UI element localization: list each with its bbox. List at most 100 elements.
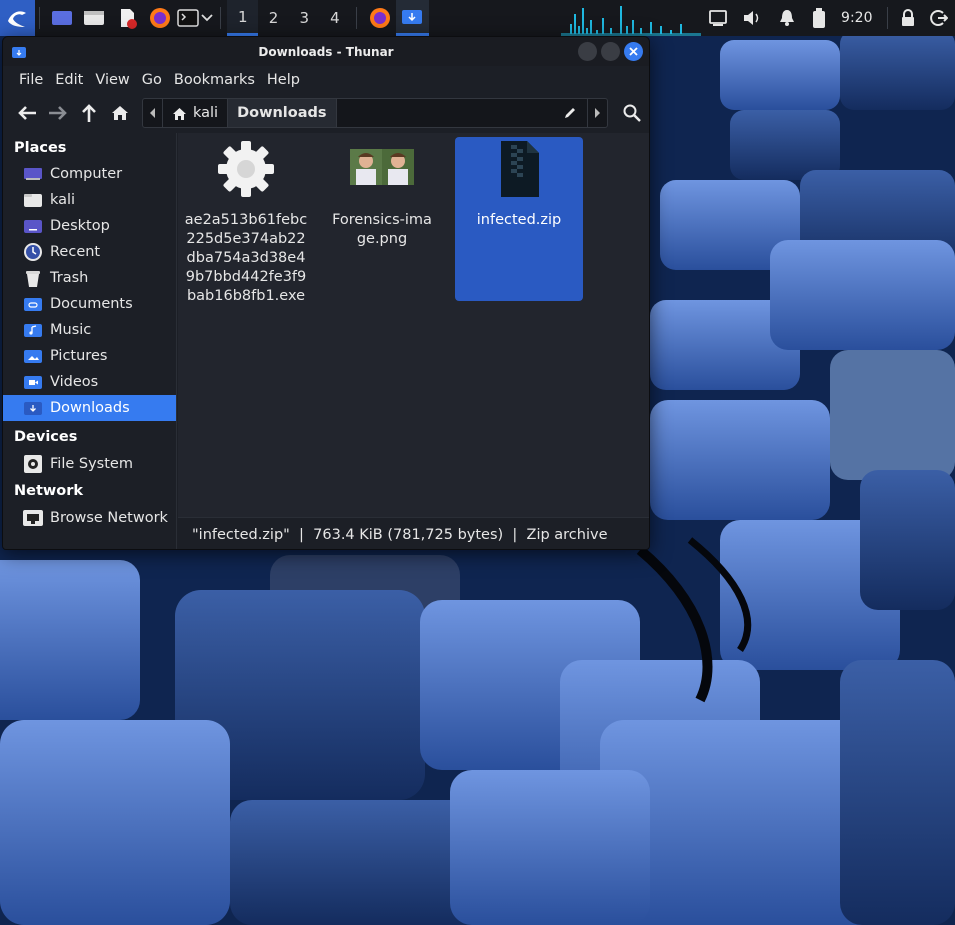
sidebar-item-downloads[interactable]: Downloads bbox=[3, 395, 176, 421]
sidebar-section-devices: Devices bbox=[14, 429, 78, 445]
sidebar-item-label: Music bbox=[50, 322, 92, 338]
workspace-4[interactable]: 4 bbox=[320, 0, 351, 36]
lock-icon[interactable] bbox=[893, 0, 922, 36]
videos-folder-icon bbox=[22, 372, 44, 392]
volume-icon[interactable] bbox=[735, 0, 770, 36]
menu-bookmarks[interactable]: Bookmarks bbox=[168, 72, 261, 88]
clock[interactable]: 9:20 bbox=[833, 10, 880, 26]
arrow-up-icon bbox=[81, 104, 96, 122]
pictures-folder-icon bbox=[22, 346, 44, 366]
forward-button[interactable] bbox=[42, 98, 73, 128]
close-icon bbox=[629, 47, 638, 56]
kali-menu-icon[interactable] bbox=[0, 0, 35, 36]
pathbar-current-label: Downloads bbox=[237, 105, 327, 121]
sidebar: Places Computer kali Desktop Recent Tras… bbox=[3, 133, 177, 549]
battery-icon[interactable] bbox=[804, 0, 833, 36]
workspace-1[interactable]: 1 bbox=[227, 0, 259, 36]
file-item-selected[interactable]: infected.zip bbox=[455, 137, 583, 301]
up-button[interactable] bbox=[73, 98, 104, 128]
sidebar-item-file-system[interactable]: File System bbox=[3, 450, 176, 478]
home-button[interactable] bbox=[104, 98, 135, 128]
sidebar-item-browse-network[interactable]: Browse Network bbox=[3, 504, 176, 532]
workspace-label: 3 bbox=[299, 9, 309, 27]
show-desktop-icon[interactable] bbox=[46, 0, 79, 36]
thunar-window: Downloads - Thunar File Edit View Go Boo… bbox=[2, 36, 650, 550]
sidebar-item-kali[interactable]: kali bbox=[3, 187, 176, 213]
sidebar-item-label: kali bbox=[50, 192, 76, 208]
menu-go[interactable]: Go bbox=[136, 72, 168, 88]
recent-icon bbox=[22, 242, 44, 262]
logout-icon[interactable] bbox=[922, 0, 955, 36]
maximize-button[interactable] bbox=[601, 42, 620, 61]
network-monitor-graph bbox=[560, 0, 701, 36]
sidebar-item-trash[interactable]: Trash bbox=[3, 265, 176, 291]
arrow-left-icon bbox=[17, 106, 36, 120]
pathbar-scroll-right[interactable] bbox=[588, 99, 607, 127]
search-icon bbox=[623, 104, 641, 122]
file-item[interactable]: Forensics-image.png bbox=[318, 137, 446, 249]
sidebar-item-documents[interactable]: Documents bbox=[3, 291, 176, 317]
sidebar-item-videos[interactable]: Videos bbox=[3, 369, 176, 395]
trash-icon bbox=[22, 268, 44, 288]
menu-edit[interactable]: Edit bbox=[49, 72, 89, 88]
sidebar-item-label: Trash bbox=[50, 270, 89, 286]
home-icon bbox=[173, 107, 186, 120]
minimize-button[interactable] bbox=[578, 42, 597, 61]
pathbar-home-label: kali bbox=[193, 105, 219, 121]
content-area: Places Computer kali Desktop Recent Tras… bbox=[3, 133, 649, 549]
executable-gear-icon bbox=[218, 139, 274, 203]
sidebar-item-label: Desktop bbox=[50, 218, 110, 234]
status-text: "infected.zip" | 763.4 KiB (781,725 byte… bbox=[192, 526, 608, 543]
workspace-3[interactable]: 3 bbox=[289, 0, 320, 36]
menu-help[interactable]: Help bbox=[261, 72, 306, 88]
image-thumbnail-icon bbox=[350, 149, 414, 189]
sidebar-item-music[interactable]: Music bbox=[3, 317, 176, 343]
workspace-2[interactable]: 2 bbox=[258, 0, 289, 36]
sidebar-item-pictures[interactable]: Pictures bbox=[3, 343, 176, 369]
chevron-right-icon bbox=[595, 108, 600, 118]
downloads-folder-task-icon[interactable] bbox=[395, 0, 429, 36]
sidebar-item-recent[interactable]: Recent bbox=[3, 239, 176, 265]
sidebar-item-label: Documents bbox=[50, 296, 133, 312]
music-folder-icon bbox=[22, 320, 44, 340]
home-folder-icon bbox=[22, 190, 44, 210]
toolbar: kali Downloads bbox=[3, 94, 649, 132]
drive-icon bbox=[22, 454, 44, 474]
menu-view[interactable]: View bbox=[89, 72, 135, 88]
desktop-folder-icon bbox=[22, 216, 44, 236]
close-button[interactable] bbox=[624, 42, 643, 61]
sidebar-section-places: Places bbox=[14, 140, 67, 156]
sidebar-item-label: Computer bbox=[50, 166, 123, 182]
sidebar-item-desktop[interactable]: Desktop bbox=[3, 213, 176, 239]
computer-icon bbox=[22, 164, 44, 184]
text-editor-icon[interactable] bbox=[111, 0, 144, 36]
window-folder-icon bbox=[12, 46, 26, 62]
zip-archive-icon bbox=[495, 139, 543, 203]
arrow-right-icon bbox=[48, 106, 67, 120]
search-button[interactable] bbox=[616, 98, 647, 128]
edit-location-button[interactable] bbox=[553, 99, 588, 127]
pathbar-current-segment[interactable]: Downloads bbox=[228, 99, 337, 127]
firefox-task-icon[interactable] bbox=[363, 0, 396, 36]
pathbar-scroll-left[interactable] bbox=[143, 99, 163, 127]
file-name: Forensics-image.png bbox=[332, 212, 432, 247]
file-item[interactable]: ae2a513b61febc225d5e374ab22dba754a3d38e4… bbox=[182, 137, 310, 306]
chevron-down-icon[interactable] bbox=[199, 0, 214, 36]
workspace-label: 2 bbox=[268, 9, 279, 27]
title-bar[interactable]: Downloads - Thunar bbox=[3, 37, 649, 66]
back-button[interactable] bbox=[11, 98, 42, 128]
terminal-icon[interactable] bbox=[176, 0, 199, 36]
menu-file[interactable]: File bbox=[13, 72, 49, 88]
network-icon[interactable] bbox=[701, 0, 736, 36]
menu-bar: File Edit View Go Bookmarks Help bbox=[3, 66, 649, 94]
sidebar-item-label: Browse Network bbox=[50, 510, 168, 526]
notification-bell-icon[interactable] bbox=[770, 0, 805, 36]
file-manager-icon[interactable] bbox=[78, 0, 111, 36]
pathbar-home-segment[interactable]: kali bbox=[163, 99, 229, 127]
home-icon bbox=[111, 106, 128, 120]
file-name: infected.zip bbox=[476, 212, 562, 228]
sidebar-item-computer[interactable]: Computer bbox=[3, 161, 176, 187]
sidebar-item-label: Downloads bbox=[50, 400, 130, 416]
firefox-icon[interactable] bbox=[143, 0, 176, 36]
file-view[interactable]: ae2a513b61febc225d5e374ab22dba754a3d38e4… bbox=[178, 133, 649, 517]
